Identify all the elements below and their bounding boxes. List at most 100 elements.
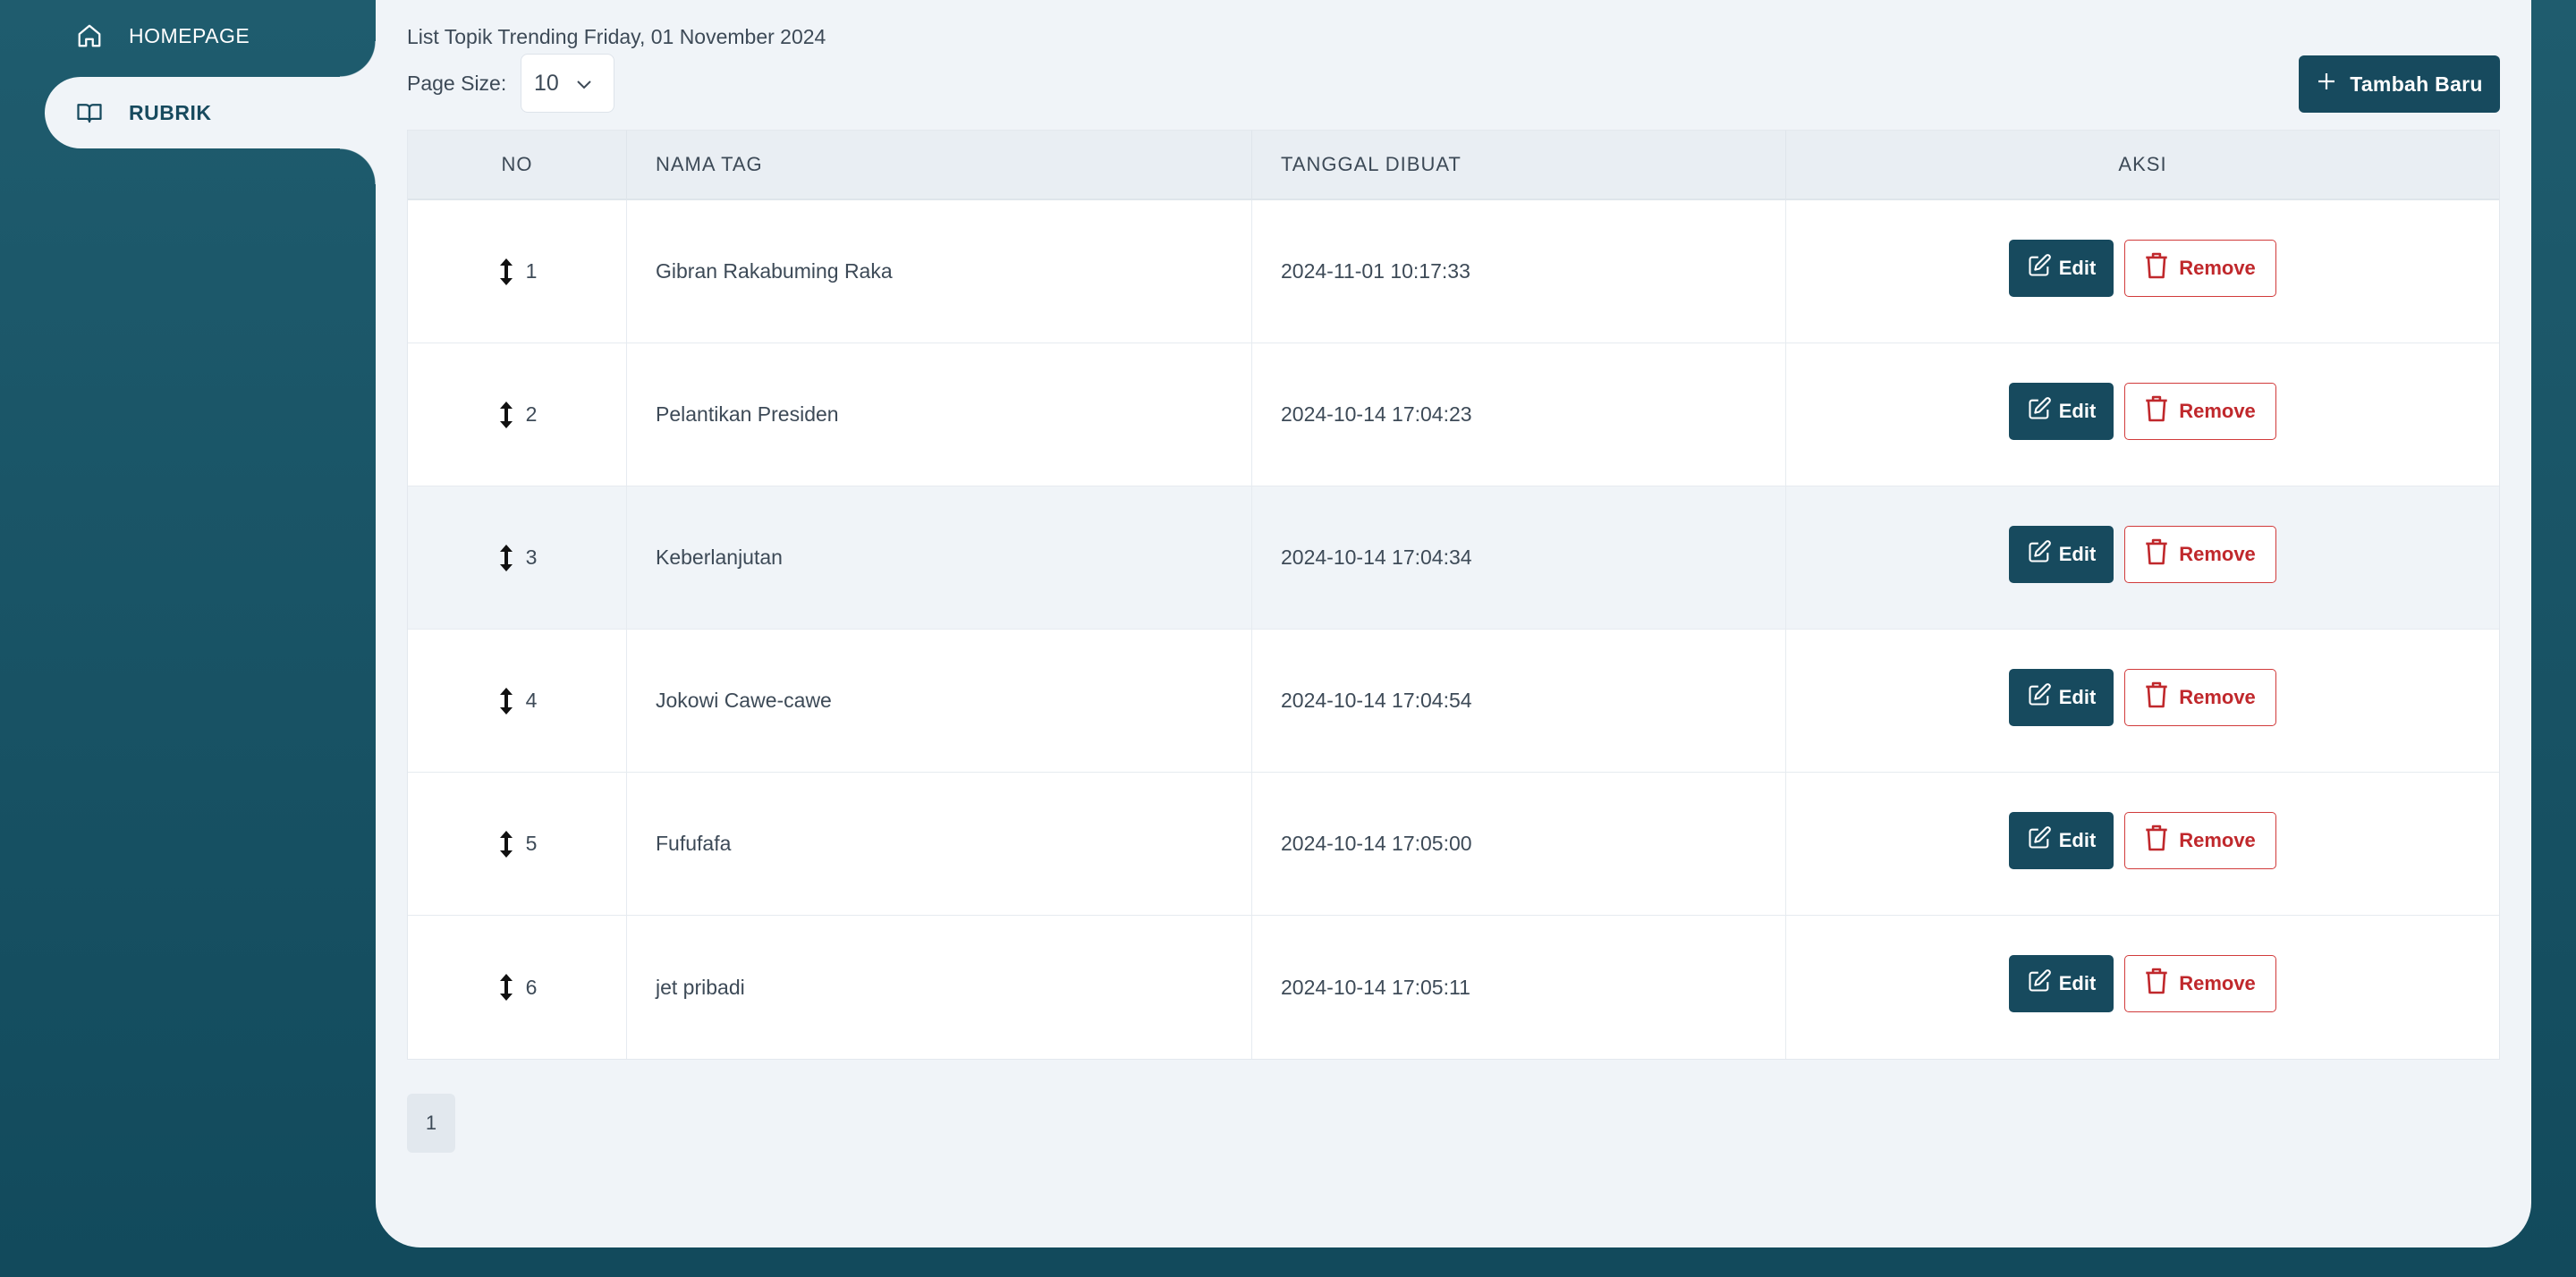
column-header-no: NO — [408, 131, 627, 199]
page-size-select[interactable]: 10 — [521, 54, 614, 113]
trash-icon — [2145, 967, 2168, 1001]
edit-button[interactable]: Edit — [2009, 811, 2114, 869]
row-number-cell: 6 — [408, 916, 627, 1059]
tag-name: Jokowi Cawe-cawe — [656, 689, 832, 712]
row-number: 6 — [525, 975, 538, 999]
drag-handle-icon[interactable] — [497, 830, 515, 858]
created-date: 2024-10-14 17:05:00 — [1281, 832, 1472, 855]
actions-cell: Edit Remove — [1786, 200, 2499, 343]
trash-icon — [2145, 537, 2168, 571]
actions-cell: Edit Remove — [1786, 630, 2499, 772]
created-date: 2024-11-01 10:17:33 — [1281, 259, 1470, 283]
tag-name-cell: Pelantikan Presiden — [627, 343, 1252, 486]
chevron-down-icon — [575, 71, 593, 97]
table-row: 5 Fufufafa 2024-10-14 17:05:00 Edit Remo… — [408, 773, 2499, 916]
tag-name: Pelantikan Presiden — [656, 402, 839, 426]
drag-handle-icon[interactable] — [497, 687, 515, 715]
remove-button[interactable]: Remove — [2124, 811, 2276, 869]
created-date-cell: 2024-10-14 17:05:00 — [1252, 773, 1786, 915]
edit-label: Edit — [2058, 399, 2097, 422]
tag-name-cell: Keberlanjutan — [627, 486, 1252, 629]
table-header: NO NAMA TAG TANGGAL DIBUAT AKSI — [408, 131, 2499, 200]
edit-icon — [2027, 968, 2052, 999]
remove-button[interactable]: Remove — [2124, 955, 2276, 1012]
remove-label: Remove — [2179, 828, 2256, 851]
column-header-actions: AKSI — [2118, 153, 2167, 175]
created-date-cell: 2024-10-14 17:04:34 — [1252, 486, 1786, 629]
pagination-page-1[interactable]: 1 — [407, 1094, 455, 1153]
created-date-cell: 2024-11-01 10:17:33 — [1252, 200, 1786, 343]
table-row: 6 jet pribadi 2024-10-14 17:05:11 Edit R… — [408, 916, 2499, 1059]
sidebar-item-homepage[interactable]: HOMEPAGE — [45, 0, 376, 72]
row-number-cell: 2 — [408, 343, 627, 486]
row-number-cell: 3 — [408, 486, 627, 629]
table-row: 3 Keberlanjutan 2024-10-14 17:04:34 Edit — [408, 486, 2499, 630]
row-number-cell: 4 — [408, 630, 627, 772]
remove-button[interactable]: Remove — [2124, 382, 2276, 440]
drag-handle-icon[interactable] — [497, 974, 515, 1001]
drag-handle-icon[interactable] — [497, 401, 515, 428]
table-row: 1 Gibran Rakabuming Raka 2024-11-01 10:1… — [408, 200, 2499, 343]
column-header-date: TANGGAL DIBUAT — [1252, 131, 1786, 199]
tag-name: jet pribadi — [656, 975, 745, 999]
row-number: 3 — [525, 545, 538, 569]
tags-table: NO NAMA TAG TANGGAL DIBUAT AKSI 1 Gibran… — [407, 130, 2500, 1060]
edit-label: Edit — [2058, 256, 2097, 279]
page-size-value: 10 — [534, 70, 559, 96]
created-date-cell: 2024-10-14 17:05:11 — [1252, 916, 1786, 1059]
row-number: 1 — [525, 259, 538, 283]
tag-name: Keberlanjutan — [656, 545, 783, 569]
book-icon — [75, 98, 104, 127]
row-number: 4 — [525, 689, 538, 712]
edit-button[interactable]: Edit — [2009, 525, 2114, 583]
edit-label: Edit — [2058, 972, 2097, 994]
created-date: 2024-10-14 17:05:11 — [1281, 975, 1470, 999]
created-date: 2024-10-14 17:04:23 — [1281, 402, 1472, 426]
edit-label: Edit — [2058, 828, 2097, 851]
home-icon — [75, 21, 104, 50]
edit-label: Edit — [2058, 542, 2097, 565]
table-body: 1 Gibran Rakabuming Raka 2024-11-01 10:1… — [408, 200, 2499, 1059]
remove-label: Remove — [2179, 542, 2256, 565]
row-number-cell: 5 — [408, 773, 627, 915]
remove-button[interactable]: Remove — [2124, 668, 2276, 726]
add-new-label: Tambah Baru — [2350, 72, 2483, 96]
edit-button[interactable]: Edit — [2009, 239, 2114, 297]
remove-label: Remove — [2179, 256, 2256, 279]
created-date-cell: 2024-10-14 17:04:23 — [1252, 343, 1786, 486]
row-number-cell: 1 — [408, 200, 627, 343]
edit-icon — [2027, 253, 2052, 283]
table-row: 2 Pelantikan Presiden 2024-10-14 17:04:2… — [408, 343, 2499, 486]
edit-label: Edit — [2058, 685, 2097, 708]
edit-icon — [2027, 682, 2052, 713]
add-new-button[interactable]: Tambah Baru — [2299, 55, 2500, 113]
edit-icon — [2027, 396, 2052, 427]
actions-cell: Edit Remove — [1786, 343, 2499, 486]
main-panel: List Topik Trending Friday, 01 November … — [376, 0, 2531, 1247]
sidebar-item-label: RUBRIK — [129, 100, 212, 124]
edit-button[interactable]: Edit — [2009, 668, 2114, 726]
created-date: 2024-10-14 17:04:34 — [1281, 545, 1472, 569]
tag-name: Gibran Rakabuming Raka — [656, 259, 893, 283]
trash-icon — [2145, 251, 2168, 285]
trash-icon — [2145, 681, 2168, 715]
trash-icon — [2145, 824, 2168, 858]
tag-name: Fufufafa — [656, 832, 732, 855]
plus-icon — [2316, 71, 2337, 97]
drag-handle-icon[interactable] — [497, 544, 515, 571]
sidebar-item-rubrik[interactable]: RUBRIK — [45, 77, 376, 148]
table-row: 4 Jokowi Cawe-cawe 2024-10-14 17:04:54 E… — [408, 630, 2499, 773]
created-date-cell: 2024-10-14 17:04:54 — [1252, 630, 1786, 772]
edit-button[interactable]: Edit — [2009, 955, 2114, 1012]
remove-button[interactable]: Remove — [2124, 239, 2276, 297]
tag-name-cell: Fufufafa — [627, 773, 1252, 915]
remove-button[interactable]: Remove — [2124, 525, 2276, 583]
tag-name-cell: Gibran Rakabuming Raka — [627, 200, 1252, 343]
drag-handle-icon[interactable] — [497, 258, 515, 285]
remove-label: Remove — [2179, 399, 2256, 422]
edit-button[interactable]: Edit — [2009, 382, 2114, 440]
sidebar: HOMEPAGE RUBRIK — [0, 0, 376, 1277]
tag-name-cell: Jokowi Cawe-cawe — [627, 630, 1252, 772]
active-corner-bottom — [340, 148, 376, 184]
actions-cell: Edit Remove — [1786, 773, 2499, 915]
